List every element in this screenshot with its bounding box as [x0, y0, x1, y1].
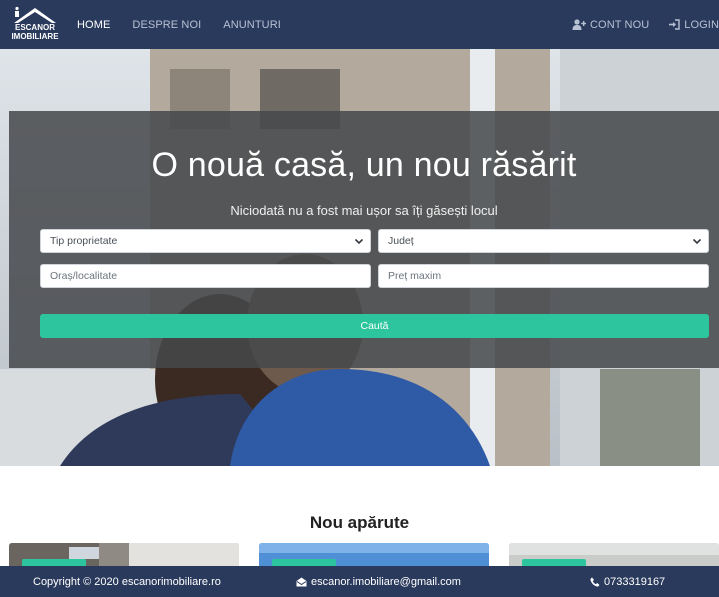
chevron-down-icon	[354, 238, 364, 245]
city-input[interactable]: Oraș/localitate	[40, 264, 371, 288]
nav-home[interactable]: HOME	[77, 19, 110, 31]
nav-anunturi[interactable]: ANUNTURI	[223, 19, 281, 31]
new-listings-title: Nou apărute	[309, 513, 410, 532]
max-price-input-placeholder: Preț maxim	[388, 270, 442, 282]
search-button[interactable]: Caută	[40, 314, 709, 338]
brand-logo[interactable]: ESCANOR IMOBILIARE	[10, 5, 60, 43]
property-type-select-value: Tip proprietate	[50, 235, 118, 247]
hero-title: O nouă casă, un nou răsărit	[151, 146, 577, 184]
navbar: ESCANOR IMOBILIARE HOME DESPRE NOI ANUNT…	[0, 0, 719, 49]
brand-line1: ESCANOR	[15, 23, 55, 32]
hero-subtitle: Niciodată nu a fost mai ușor sa îți găse…	[230, 203, 498, 218]
footer-phone[interactable]: 0733319167	[590, 566, 665, 597]
register-label: CONT NOU	[590, 18, 650, 31]
sign-in-icon	[669, 19, 680, 30]
email-text: escanor.imobiliare@gmail.com	[311, 575, 461, 588]
search-panel: O nouă casă, un nou răsărit Niciodată nu…	[9, 111, 719, 368]
footer-copyright: Copyright © 2020 escanorimobiliare.ro	[33, 566, 221, 597]
brand-line2: IMOBILIARE	[11, 32, 59, 41]
user-plus-icon	[572, 19, 586, 30]
chevron-down-icon	[692, 238, 702, 245]
property-type-select[interactable]: Tip proprietate	[40, 229, 371, 253]
city-input-placeholder: Oraș/localitate	[50, 270, 118, 282]
nav-despre-noi[interactable]: DESPRE NOI	[132, 19, 201, 31]
hero-section: O nouă casă, un nou răsărit Niciodată nu…	[0, 49, 719, 466]
login-link[interactable]: LOGIN	[669, 19, 719, 31]
max-price-input[interactable]: Preț maxim	[378, 264, 709, 288]
county-select-value: Județ	[388, 235, 414, 247]
envelope-icon	[296, 577, 307, 586]
phone-text: 0733319167	[604, 575, 666, 588]
login-label: LOGIN	[684, 18, 719, 31]
register-link[interactable]: CONT NOU	[572, 19, 649, 31]
footer: Copyright © 2020 escanorimobiliare.ro es…	[0, 566, 719, 597]
copyright-text: Copyright © 2020 escanorimobiliare.ro	[33, 575, 221, 588]
footer-email[interactable]: escanor.imobiliare@gmail.com	[296, 566, 461, 597]
county-select[interactable]: Județ	[378, 229, 709, 253]
phone-icon	[590, 577, 600, 587]
